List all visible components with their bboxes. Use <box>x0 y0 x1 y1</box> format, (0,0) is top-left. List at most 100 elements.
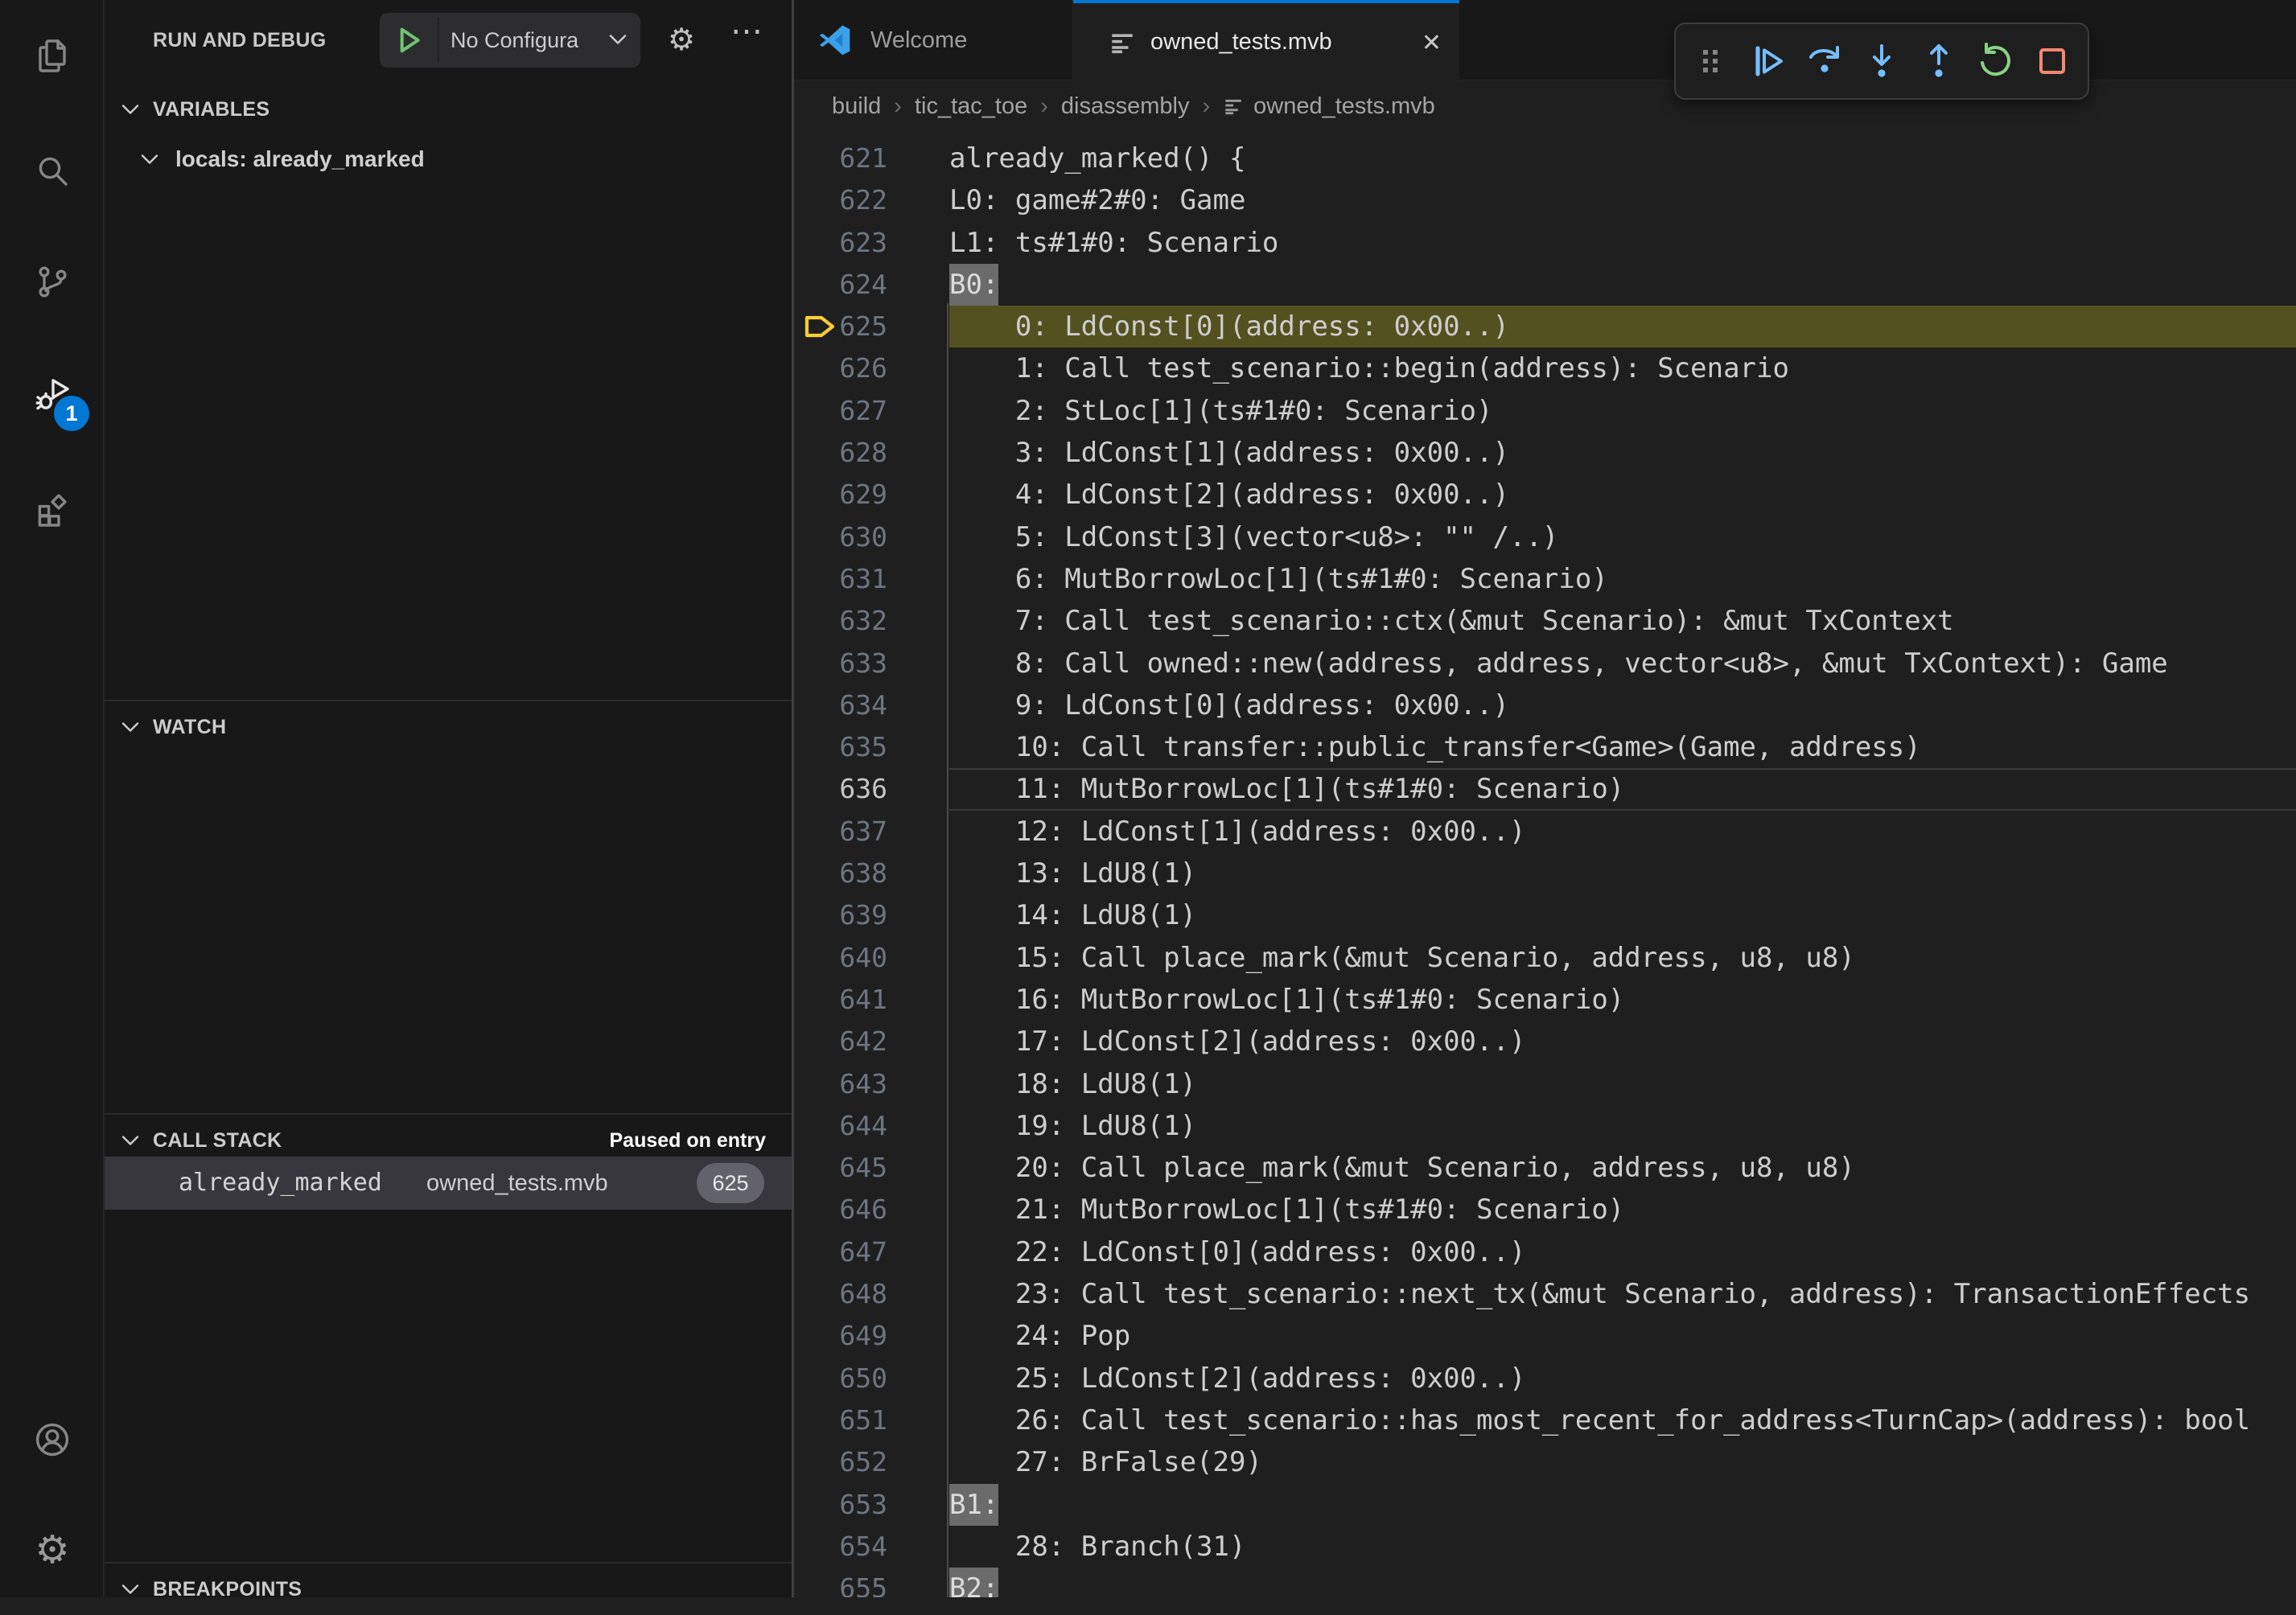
start-debug-icon[interactable] <box>393 24 425 56</box>
breadcrumb-file[interactable]: owned_tests.mvb <box>1253 93 1435 120</box>
line-number[interactable]: 622 <box>793 179 887 221</box>
code-line[interactable]: 626 1: Call test_scenario::begin(address… <box>793 347 2296 389</box>
code-line[interactable]: 639 14: LdU8(1) <box>793 894 2296 936</box>
code-line[interactable]: 623 L1: ts#1#0: Scenario <box>793 222 2296 264</box>
run-and-debug-icon[interactable]: 1 <box>33 375 72 413</box>
locals-scope-row[interactable]: locals: already_marked <box>105 138 793 180</box>
code-line[interactable]: 640 15: Call place_mark(&mut Scenario, a… <box>793 937 2296 979</box>
line-number[interactable]: 633 <box>793 643 887 684</box>
line-number[interactable]: 631 <box>793 558 887 600</box>
stop-icon[interactable] <box>2033 42 2072 80</box>
line-number[interactable]: 630 <box>793 516 887 558</box>
code-text[interactable]: 28: Branch(31) <box>949 1526 2296 1568</box>
code-text[interactable]: B2: <box>949 1568 2296 1597</box>
line-number[interactable]: 648 <box>793 1273 887 1315</box>
code-line[interactable]: 635 10: Call transfer::public_transfer<G… <box>793 726 2296 768</box>
code-text[interactable]: 4: LdConst[2](address: 0x00..) <box>949 474 2296 516</box>
code-text[interactable]: 2: StLoc[1](ts#1#0: Scenario) <box>949 390 2296 432</box>
code-line[interactable]: 655 B2: <box>793 1568 2296 1597</box>
code-line[interactable]: 627 2: StLoc[1](ts#1#0: Scenario) <box>793 390 2296 432</box>
code-line[interactable]: 624B0: <box>793 264 2296 306</box>
source-control-icon[interactable] <box>33 262 72 301</box>
code-text[interactable]: 18: LdU8(1) <box>949 1063 2296 1105</box>
launch-config-dropdown[interactable]: No Configura <box>380 13 640 68</box>
watch-section-header[interactable]: WATCH <box>105 701 793 753</box>
code-line[interactable]: 649 24: Pop <box>793 1315 2296 1357</box>
line-number[interactable]: 650 <box>793 1358 887 1399</box>
code-line[interactable]: 652 27: BrFalse(29) <box>793 1441 2296 1483</box>
line-number[interactable]: 655 <box>793 1568 887 1597</box>
code-text[interactable]: 7: Call test_scenario::ctx(&mut Scenario… <box>949 600 2296 642</box>
code-text[interactable]: 5: LdConst[3](vector<u8>: "" /..) <box>949 516 2296 558</box>
code-text[interactable]: 24: Pop <box>949 1315 2296 1357</box>
line-number[interactable]: 654 <box>793 1526 887 1568</box>
step-into-icon[interactable] <box>1862 42 1901 80</box>
code-line[interactable]: 642 17: LdConst[2](address: 0x00..) <box>793 1021 2296 1062</box>
line-number[interactable]: 638 <box>793 853 887 894</box>
code-text[interactable]: 16: MutBorrowLoc[1](ts#1#0: Scenario) <box>949 979 2296 1021</box>
search-icon[interactable] <box>33 151 72 190</box>
line-number[interactable]: 641 <box>793 979 887 1021</box>
line-number[interactable]: 636 <box>793 768 887 810</box>
sidebar-editor-divider[interactable] <box>792 0 794 1597</box>
account-icon[interactable] <box>33 1420 72 1459</box>
code-text[interactable]: 20: Call place_mark(&mut Scenario, addre… <box>949 1147 2296 1189</box>
code-line[interactable]: 630 5: LdConst[3](vector<u8>: "" /..) <box>793 516 2296 558</box>
line-number[interactable]: 643 <box>793 1063 887 1105</box>
code-line[interactable]: 628 3: LdConst[1](address: 0x00..) <box>793 432 2296 474</box>
line-number[interactable]: 653 <box>793 1484 887 1526</box>
code-text[interactable]: 15: Call place_mark(&mut Scenario, addre… <box>949 937 2296 979</box>
code-line[interactable]: 644 19: LdU8(1) <box>793 1105 2296 1147</box>
code-text[interactable]: 17: LdConst[2](address: 0x00..) <box>949 1021 2296 1062</box>
code-text[interactable]: 6: MutBorrowLoc[1](ts#1#0: Scenario) <box>949 558 2296 600</box>
code-text[interactable]: 23: Call test_scenario::next_tx(&mut Sce… <box>949 1273 2296 1315</box>
code-line[interactable]: 621already_marked() { <box>793 138 2296 179</box>
line-number[interactable]: 634 <box>793 684 887 726</box>
code-text[interactable]: 10: Call transfer::public_transfer<Game>… <box>949 726 2296 768</box>
code-text[interactable]: 11: MutBorrowLoc[1](ts#1#0: Scenario) <box>949 768 2296 810</box>
line-number[interactable]: 644 <box>793 1105 887 1147</box>
code-text[interactable]: 8: Call owned::new(address, address, vec… <box>949 643 2296 684</box>
code-text[interactable]: already_marked() { <box>949 138 2296 179</box>
extensions-icon[interactable] <box>33 489 72 528</box>
code-line[interactable]: 638 13: LdU8(1) <box>793 853 2296 894</box>
line-number[interactable]: 626 <box>793 347 887 389</box>
line-number[interactable]: 637 <box>793 811 887 853</box>
tab-owned-tests[interactable]: owned_tests.mvb ✕ <box>1073 0 1459 81</box>
line-number[interactable]: 651 <box>793 1399 887 1441</box>
code-text[interactable]: 19: LdU8(1) <box>949 1105 2296 1147</box>
code-text[interactable]: 27: BrFalse(29) <box>949 1441 2296 1483</box>
stack-frame-row[interactable]: already_marked owned_tests.mvb 625 <box>105 1157 793 1210</box>
code-line[interactable]: 625 0: LdConst[0](address: 0x00..) <box>793 306 2296 347</box>
code-text[interactable]: L1: ts#1#0: Scenario <box>949 222 2296 264</box>
code-text[interactable]: 0: LdConst[0](address: 0x00..) <box>949 306 2296 347</box>
code-line[interactable]: 646 21: MutBorrowLoc[1](ts#1#0: Scenario… <box>793 1189 2296 1231</box>
code-line[interactable]: 651 26: Call test_scenario::has_most_rec… <box>793 1399 2296 1441</box>
close-icon[interactable]: ✕ <box>1422 3 1442 84</box>
code-line[interactable]: 643 18: LdU8(1) <box>793 1063 2296 1105</box>
breadcrumb-item[interactable]: tic_tac_toe <box>915 93 1027 120</box>
line-number[interactable]: 627 <box>793 390 887 432</box>
line-number[interactable]: 623 <box>793 222 887 264</box>
code-line[interactable]: 650 25: LdConst[2](address: 0x00..) <box>793 1358 2296 1399</box>
code-line[interactable]: 636 11: MutBorrowLoc[1](ts#1#0: Scenario… <box>793 768 2296 810</box>
line-number[interactable]: 646 <box>793 1189 887 1231</box>
breakpoints-section-header[interactable]: BREAKPOINTS <box>105 1564 793 1615</box>
line-number[interactable]: 629 <box>793 474 887 516</box>
code-line[interactable]: 654 28: Branch(31) <box>793 1526 2296 1568</box>
code-line[interactable]: 645 20: Call place_mark(&mut Scenario, a… <box>793 1147 2296 1189</box>
step-over-icon[interactable] <box>1805 42 1844 80</box>
breadcrumb-item[interactable]: build <box>832 93 881 120</box>
step-out-icon[interactable] <box>1920 42 1958 80</box>
code-text[interactable]: 9: LdConst[0](address: 0x00..) <box>949 684 2296 726</box>
more-actions-icon[interactable]: ⋯ <box>730 13 763 50</box>
breadcrumb-item[interactable]: disassembly <box>1061 93 1190 120</box>
variables-section-header[interactable]: VARIABLES <box>105 84 793 135</box>
code-text[interactable]: 26: Call test_scenario::has_most_recent_… <box>949 1399 2296 1441</box>
code-text[interactable]: 13: LdU8(1) <box>949 853 2296 894</box>
code-line[interactable]: 634 9: LdConst[0](address: 0x00..) <box>793 684 2296 726</box>
code-line[interactable]: 629 4: LdConst[2](address: 0x00..) <box>793 474 2296 516</box>
line-number[interactable]: 632 <box>793 600 887 642</box>
code-text[interactable]: L0: game#2#0: Game <box>949 179 2296 221</box>
settings-gear-icon[interactable]: ⚙ <box>33 1531 72 1570</box>
